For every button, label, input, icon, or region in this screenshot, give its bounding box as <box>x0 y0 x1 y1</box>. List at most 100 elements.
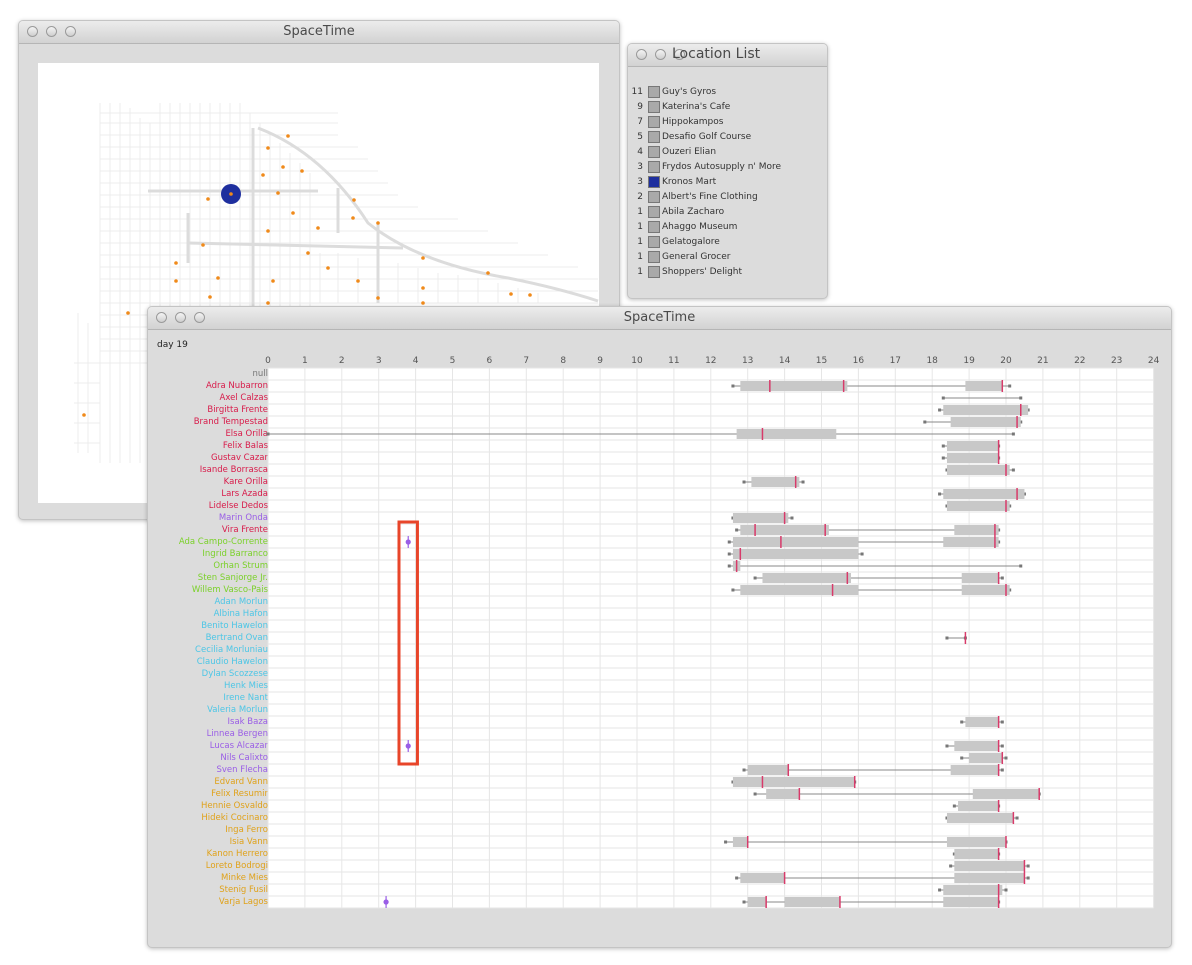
location-checkbox[interactable] <box>648 101 660 113</box>
location-checkbox[interactable] <box>648 191 660 203</box>
location-checkbox[interactable] <box>648 131 660 143</box>
stay-bar[interactable] <box>732 837 748 847</box>
stay-bar[interactable] <box>736 429 837 439</box>
stay-bar[interactable] <box>950 765 999 775</box>
stay-bar[interactable] <box>954 741 999 751</box>
location-checkbox[interactable] <box>648 251 660 263</box>
span-start-point <box>735 876 739 880</box>
span-start-point <box>266 432 270 436</box>
stay-bar[interactable] <box>954 873 1025 883</box>
location-checkbox[interactable] <box>648 116 660 128</box>
event-point[interactable] <box>383 899 389 905</box>
stay-bar[interactable] <box>946 501 1010 511</box>
span-start-point <box>753 792 757 796</box>
location-name: Shoppers' Delight <box>662 267 743 277</box>
span-end-point <box>1008 384 1012 388</box>
location-count: 1 <box>637 222 643 232</box>
stay-bar[interactable] <box>740 585 859 595</box>
stay-bar[interactable] <box>732 513 789 523</box>
stay-bar[interactable] <box>946 837 1006 847</box>
stay-bar[interactable] <box>943 537 999 547</box>
stay-bar[interactable] <box>950 417 1021 427</box>
stay-bar[interactable] <box>732 537 859 547</box>
stay-bar[interactable] <box>946 813 1014 823</box>
span-start-point <box>941 444 945 448</box>
stay-bar[interactable] <box>972 789 1040 799</box>
stay-bar[interactable] <box>740 525 829 535</box>
stay-bar[interactable] <box>747 765 789 775</box>
location-checkbox[interactable] <box>648 236 660 248</box>
location-checkbox[interactable] <box>648 161 660 173</box>
span-start-point <box>960 720 964 724</box>
stay-bar[interactable] <box>943 405 1029 415</box>
location-list-window: Location List 11 Guy's Gyros 9 Katerina's C… <box>627 43 828 299</box>
close-window-button[interactable] <box>636 49 647 60</box>
location-checkbox[interactable] <box>648 266 660 278</box>
span-start-point <box>727 540 731 544</box>
location-item[interactable]: 3 Kronos Mart <box>628 175 827 190</box>
location-item[interactable]: 5 Desafio Golf Course <box>628 130 827 145</box>
location-item[interactable]: 1 General Grocer <box>628 250 827 265</box>
stay-bar[interactable] <box>762 573 852 583</box>
stay-bar[interactable] <box>965 381 1003 391</box>
location-checkbox[interactable] <box>648 176 660 188</box>
stay-bar[interactable] <box>732 549 859 559</box>
stay-bar[interactable] <box>766 789 800 799</box>
span-end-point <box>801 480 805 484</box>
timeline-chart[interactable] <box>148 307 1171 947</box>
location-name: Ouzeri Elian <box>662 147 717 157</box>
location-item[interactable]: 7 Hippokampos <box>628 115 827 130</box>
location-checkbox[interactable] <box>648 206 660 218</box>
location-item[interactable]: 1 Abila Zacharo <box>628 205 827 220</box>
stay-bar[interactable] <box>784 897 840 907</box>
stay-bar[interactable] <box>969 753 1003 763</box>
stay-bar[interactable] <box>954 861 1025 871</box>
stay-bar[interactable] <box>751 477 800 487</box>
location-checkbox[interactable] <box>648 86 660 98</box>
location-item[interactable]: 9 Katerina's Cafe <box>628 100 827 115</box>
location-item[interactable]: 1 Gelatogalore <box>628 235 827 250</box>
selected-location-dot <box>229 192 233 196</box>
stay-bar[interactable] <box>965 717 999 727</box>
stay-bar[interactable] <box>943 885 1003 895</box>
stay-bar[interactable] <box>740 381 848 391</box>
location-item[interactable]: 1 Ahaggo Museum <box>628 220 827 235</box>
span-start-point <box>727 564 731 568</box>
location-item[interactable]: 11 Guy's Gyros <box>628 85 827 100</box>
span-end-point <box>1011 432 1015 436</box>
stay-bar[interactable] <box>747 897 767 907</box>
stay-bar[interactable] <box>961 573 999 583</box>
span-start-point <box>938 408 942 412</box>
stay-bar[interactable] <box>954 849 999 859</box>
stay-bar[interactable] <box>732 777 855 787</box>
location-count: 4 <box>637 147 643 157</box>
stay-bar[interactable] <box>943 897 999 907</box>
stay-bar[interactable] <box>961 585 1010 595</box>
event-point[interactable] <box>405 539 411 545</box>
span-end-point <box>1019 564 1023 568</box>
stay-bar[interactable] <box>740 873 785 883</box>
location-name: Kronos Mart <box>662 177 717 187</box>
span-end-point <box>1011 468 1015 472</box>
minimize-window-button[interactable] <box>655 49 666 60</box>
map-window-titlebar[interactable]: SpaceTime <box>19 21 619 44</box>
location-item[interactable]: 2 Albert's Fine Clothing <box>628 190 827 205</box>
span-end-point <box>1000 720 1004 724</box>
stay-bar[interactable] <box>946 441 999 451</box>
stay-bar[interactable] <box>958 801 999 811</box>
stay-bar[interactable] <box>946 465 1010 475</box>
location-item[interactable]: 3 Frydos Autosupply n' More <box>628 160 827 175</box>
location-name: Albert's Fine Clothing <box>662 192 758 202</box>
event-point[interactable] <box>405 743 411 749</box>
stay-bar[interactable] <box>943 489 1025 499</box>
location-count: 11 <box>631 87 643 97</box>
location-checkbox[interactable] <box>648 221 660 233</box>
location-count: 5 <box>637 132 643 142</box>
location-item[interactable]: 4 Ouzeri Elian <box>628 145 827 160</box>
location-item[interactable]: 1 Shoppers' Delight <box>628 265 827 280</box>
stay-bar[interactable] <box>954 525 999 535</box>
span-start-point <box>941 396 945 400</box>
location-checkbox[interactable] <box>648 146 660 158</box>
location-list-titlebar[interactable]: Location List <box>628 44 827 67</box>
stay-bar[interactable] <box>946 453 999 463</box>
